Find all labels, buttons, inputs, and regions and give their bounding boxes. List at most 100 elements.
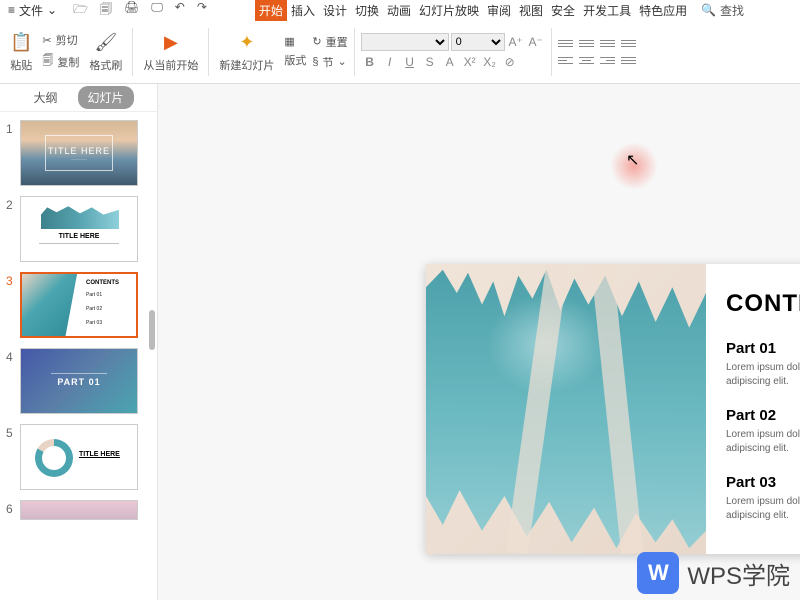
thumbnail-3[interactable]: CONTENTS Part 01 Part 02 Part 03 xyxy=(20,272,138,338)
thumb3-title: CONTENTS xyxy=(86,280,119,286)
grow-font-icon[interactable]: A⁺ xyxy=(507,33,525,51)
search-label: 查找 xyxy=(720,2,744,19)
save-icon[interactable]: 🗐 xyxy=(100,0,112,21)
copy-button[interactable]: 🗐 复制 xyxy=(42,52,79,71)
separator xyxy=(208,28,209,76)
superscript-icon[interactable]: X² xyxy=(461,53,479,71)
thumbnail-2[interactable]: TITLE HERE xyxy=(20,196,138,262)
tab-animation[interactable]: 动画 xyxy=(383,0,415,21)
file-menu[interactable]: ≡ 文件 ⌄ xyxy=(0,2,65,19)
part-body: Lorem ipsum dolor sit amet, consectetuer… xyxy=(726,495,800,523)
tab-start[interactable]: 开始 xyxy=(255,0,287,21)
brush-icon: 🖌 xyxy=(94,31,117,55)
print-icon[interactable]: 🖨 xyxy=(124,0,139,21)
reset-button[interactable]: ↻ 重置 xyxy=(312,34,347,50)
align-justify-icon[interactable] xyxy=(621,53,636,67)
tab-transition[interactable]: 切换 xyxy=(351,0,383,21)
thumb-item[interactable]: 3 CONTENTS Part 01 Part 02 Part 03 xyxy=(6,272,151,338)
thumb-number: 1 xyxy=(6,120,14,186)
ribbon-tabs: 开始 插入 设计 切换 动画 幻灯片放映 审阅 视图 安全 开发工具 特色应用 xyxy=(255,0,691,21)
paste-icon: 📋 xyxy=(10,31,32,55)
thumb3-p2: Part 02 xyxy=(86,306,102,312)
align-center-icon[interactable] xyxy=(579,53,594,67)
bullets-icon[interactable] xyxy=(558,36,573,50)
italic-icon[interactable]: I xyxy=(381,53,399,71)
tab-view[interactable]: 视图 xyxy=(515,0,547,21)
align-right-icon[interactable] xyxy=(600,53,615,67)
slide-text[interactable]: CONTENTS Part 01 Lorem ipsum dolor sit a… xyxy=(726,290,800,541)
thumbnails-list[interactable]: 1 TITLE HERE———— 2 TITLE HERE 3 CONTENTS… xyxy=(0,112,157,600)
paste-label: 粘贴 xyxy=(10,57,32,73)
cut-button[interactable]: ✂ 剪切 xyxy=(42,32,79,48)
watermark-text: WPS学院 xyxy=(687,556,790,591)
startfrom-button[interactable]: ▶ 从当前开始 xyxy=(139,31,202,73)
font-name-select[interactable] xyxy=(361,33,449,51)
thumb-item[interactable]: 2 TITLE HERE xyxy=(6,196,151,262)
play-icon: ▶ xyxy=(164,31,178,55)
startfrom-label: 从当前开始 xyxy=(143,57,198,73)
fontcolor-icon[interactable]: A xyxy=(441,53,459,71)
slide-artwork xyxy=(426,264,706,554)
tab-review[interactable]: 审阅 xyxy=(483,0,515,21)
current-slide[interactable]: CONTENTS Part 01 Lorem ipsum dolor sit a… xyxy=(426,264,800,554)
layout-label[interactable]: 版式 xyxy=(284,52,306,68)
thumbnail-1[interactable]: TITLE HERE———— xyxy=(20,120,138,186)
separator xyxy=(354,28,355,76)
thumbs-scrollbar[interactable] xyxy=(149,120,155,420)
indent-inc-icon[interactable] xyxy=(621,36,636,50)
tab-design[interactable]: 设计 xyxy=(319,0,351,21)
tab-insert[interactable]: 插入 xyxy=(287,0,319,21)
workspace: 大纲 幻灯片 1 TITLE HERE———— 2 TITLE HERE 3 xyxy=(0,84,800,600)
numbering-icon[interactable] xyxy=(579,36,594,50)
thumb-item[interactable]: 6 xyxy=(6,500,151,520)
subscript-icon[interactable]: X₂ xyxy=(481,53,499,71)
thumbnail-4[interactable]: PART 01 xyxy=(20,348,138,414)
font-group: 0 A⁺ A⁻ B I U S A X² X₂ ⊘ xyxy=(361,33,545,71)
section-label: 节 xyxy=(323,54,334,70)
strike-icon[interactable]: S xyxy=(421,53,439,71)
layout-button[interactable]: ▦ xyxy=(284,35,306,48)
paste-group[interactable]: 📋 粘贴 xyxy=(6,31,36,73)
bold-icon[interactable]: B xyxy=(361,53,379,71)
font-size-select[interactable]: 0 xyxy=(451,33,505,51)
section-button[interactable]: § 节 ⌄ xyxy=(312,54,347,70)
cursor-highlight xyxy=(610,142,658,190)
thumb3-p1: Part 01 xyxy=(86,292,102,298)
copy-label: 复制 xyxy=(57,54,79,70)
thumb5-title: TITLE HERE xyxy=(79,451,120,458)
tab-special[interactable]: 特色应用 xyxy=(635,0,691,21)
thumb-item[interactable]: 4 PART 01 xyxy=(6,348,151,414)
separator xyxy=(551,28,552,76)
tab-security[interactable]: 安全 xyxy=(547,0,579,21)
undo-icon[interactable]: ↶ xyxy=(175,0,185,21)
slides-tab[interactable]: 幻灯片 xyxy=(78,86,134,109)
underline-icon[interactable]: U xyxy=(401,53,419,71)
slide-small: ▦ 版式 xyxy=(284,35,306,68)
thumb-item[interactable]: 1 TITLE HERE———— xyxy=(6,120,151,186)
thumb2-title: TITLE HERE xyxy=(21,233,137,240)
shrink-font-icon[interactable]: A⁻ xyxy=(527,33,545,51)
thumb3-p3: Part 03 xyxy=(86,320,102,326)
clear-fmt-icon[interactable]: ⊘ xyxy=(501,53,519,71)
thumbnail-6[interactable] xyxy=(20,500,138,520)
thumb-number: 4 xyxy=(6,348,14,414)
outline-tab[interactable]: 大纲 xyxy=(23,86,67,109)
cut-label: 剪切 xyxy=(56,32,78,48)
thumb-item[interactable]: 5 TITLE HERE xyxy=(6,424,151,490)
redo-icon[interactable]: ↷ xyxy=(197,0,207,21)
thumbnail-5[interactable]: TITLE HERE xyxy=(20,424,138,490)
align-left-icon[interactable] xyxy=(558,53,573,67)
indent-dec-icon[interactable] xyxy=(600,36,615,50)
search[interactable]: 🔍 查找 xyxy=(701,2,744,19)
preview-icon[interactable]: 🖵 xyxy=(151,0,163,21)
tab-developer[interactable]: 开发工具 xyxy=(579,0,635,21)
newslide-label: 新建幻灯片 xyxy=(219,57,274,73)
slide-canvas[interactable]: ↖ CONTENTS Part 01 Lorem ipsum dolor sit… xyxy=(158,84,800,600)
newslide-button[interactable]: ✦ 新建幻灯片 xyxy=(215,31,278,73)
paragraph-group xyxy=(558,36,636,67)
open-icon[interactable]: 🗁 xyxy=(73,0,88,21)
part-body: Lorem ipsum dolor sit amet, consectetuer… xyxy=(726,361,800,389)
thumb1-title: TITLE HERE xyxy=(48,146,110,156)
tab-slideshow[interactable]: 幻灯片放映 xyxy=(415,0,483,21)
fmtpaint-button[interactable]: 🖌 格式刷 xyxy=(85,31,126,73)
